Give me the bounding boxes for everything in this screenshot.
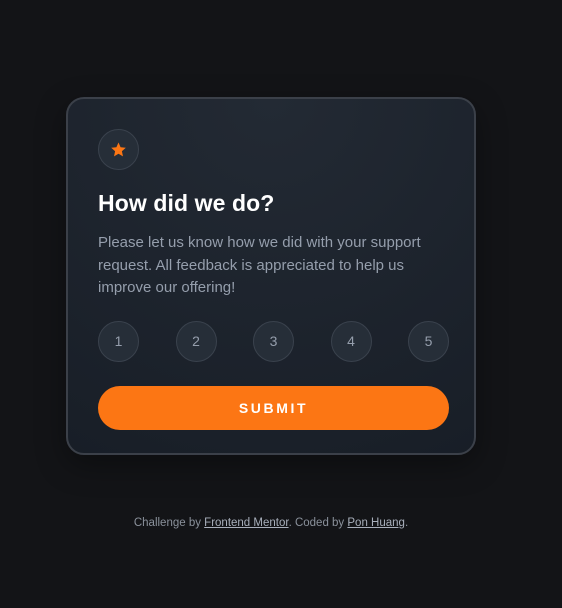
attribution-prefix: Challenge by (133, 517, 205, 529)
rating-5-button[interactable]: 5 (408, 320, 449, 362)
star-icon (110, 142, 127, 158)
rating-options: 1 2 3 4 5 (98, 320, 449, 362)
attribution-middle: . Coded by (288, 517, 348, 529)
rating-2-button[interactable]: 2 (175, 320, 217, 362)
star-badge (98, 129, 139, 170)
card-description: Please let us know how we did with your … (98, 234, 421, 296)
rating-card: How did we do? Please let us know how we… (66, 97, 476, 455)
author-link[interactable]: Pon Huang (347, 517, 405, 529)
rating-3-button[interactable]: 3 (253, 320, 294, 362)
submit-button[interactable]: SUBMIT (98, 385, 449, 430)
page: How did we do? Please let us know how we… (0, 0, 562, 608)
frontend-mentor-link[interactable]: Frontend Mentor (204, 517, 288, 529)
attribution: Challenge by Frontend Mentor. Coded by P… (0, 517, 542, 529)
attribution-suffix: . (404, 517, 409, 529)
rating-4-button[interactable]: 4 (330, 320, 372, 362)
rating-1-button[interactable]: 1 (98, 320, 139, 362)
card-title: How did we do? (98, 190, 275, 216)
